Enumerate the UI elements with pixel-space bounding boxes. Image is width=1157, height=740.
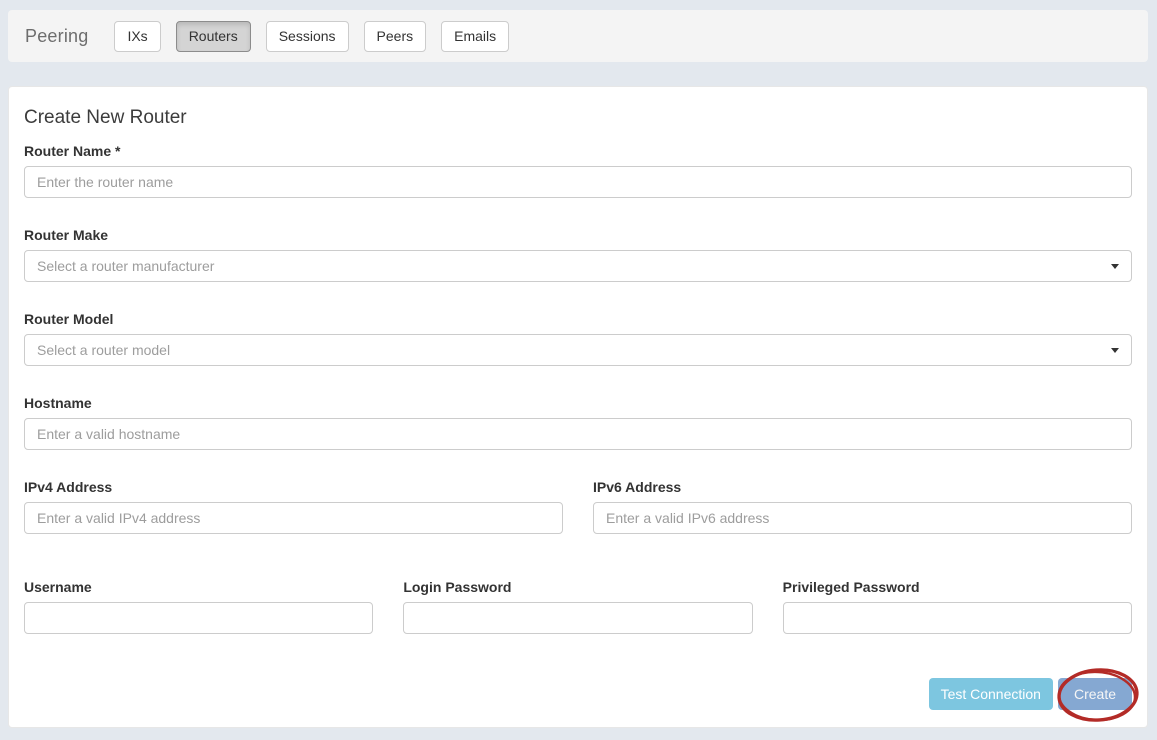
router-name-group: Router Name * [24,143,1132,198]
caret-down-icon [1111,347,1119,353]
router-model-select[interactable]: Select a router model [24,334,1132,366]
privileged-password-input[interactable] [782,602,1132,634]
ipv6-group: IPv6 Address [593,479,1132,534]
privileged-password-label: Privileged Password [782,579,920,595]
hostname-input[interactable] [24,418,1132,450]
caret-down-icon [1111,263,1119,269]
tab-routers[interactable]: Routers [175,20,251,52]
peering-tabs: IXs Routers Sessions Peers Emails [114,20,510,52]
ipv4-label: IPv4 Address [24,479,113,495]
ipv4-group: IPv4 Address [24,479,563,534]
form-actions: Test Connection Create [24,678,1132,710]
ip-address-row: IPv4 Address IPv6 Address [24,479,1132,534]
peering-header: Peering IXs Routers Sessions Peers Email… [8,10,1148,62]
create-router-panel: Create New Router Router Name * Router M… [8,86,1148,728]
username-input[interactable] [24,602,374,634]
ipv4-input[interactable] [24,502,563,534]
router-model-selected-value: Select a router model [37,342,171,358]
page-title: Peering [25,25,89,46]
router-model-label: Router Model [24,311,114,327]
router-make-group: Router Make Select a router manufacturer [24,227,1132,282]
test-connection-button[interactable]: Test Connection [928,678,1053,710]
create-button[interactable]: Create [1057,678,1132,710]
login-password-input[interactable] [403,602,753,634]
credentials-row: Username Login Password Privileged Passw… [24,579,1132,634]
hostname-label: Hostname [24,395,92,411]
router-make-select[interactable]: Select a router manufacturer [24,250,1132,282]
tab-sessions[interactable]: Sessions [265,20,349,52]
tab-peers[interactable]: Peers [363,20,427,52]
page: Peering IXs Routers Sessions Peers Email… [0,0,1157,740]
tab-emails[interactable]: Emails [441,20,510,52]
form-title: Create New Router [24,107,187,128]
router-model-group: Router Model Select a router model [24,311,1132,366]
ipv6-input[interactable] [593,502,1132,534]
router-make-selected-value: Select a router manufacturer [37,258,215,274]
router-name-input[interactable] [24,166,1132,198]
username-label: Username [24,579,92,595]
username-group: Username [24,579,374,634]
router-make-label: Router Make [24,227,109,243]
ipv6-label: IPv6 Address [593,479,682,495]
login-password-group: Login Password [403,579,753,634]
privileged-password-group: Privileged Password [782,579,1132,634]
hostname-group: Hostname [24,395,1132,450]
tab-ixs[interactable]: IXs [114,20,161,52]
router-name-label: Router Name * [24,143,121,159]
login-password-label: Login Password [403,579,512,595]
required-indicator: * [115,143,121,159]
